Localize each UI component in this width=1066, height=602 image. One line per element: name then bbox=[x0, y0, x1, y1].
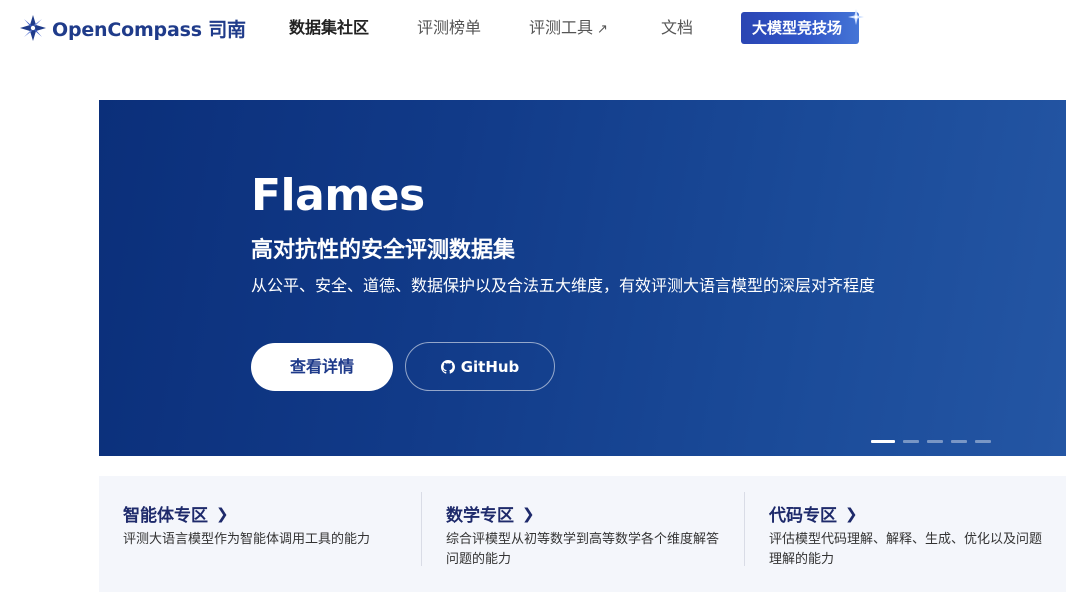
banner-subtitle: 高对抗性的安全评测数据集 bbox=[251, 238, 516, 263]
zone-description: 评估模型代码理解、解释、生成、优化以及问题理解的能力 bbox=[769, 532, 1043, 567]
zone-title[interactable]: 数学专区 ❯ bbox=[446, 501, 535, 527]
nav-item-docs[interactable]: 文档 bbox=[661, 15, 693, 41]
view-details-label: 查看详情 bbox=[289, 357, 354, 376]
github-button[interactable]: GitHub bbox=[405, 342, 555, 391]
view-details-button[interactable]: 查看详情 bbox=[251, 343, 393, 391]
zone-title[interactable]: 智能体专区 ❯ bbox=[123, 501, 229, 527]
logo-text: OpenCompass 司南 bbox=[52, 18, 246, 41]
zone-title-label: 智能体专区 bbox=[123, 506, 208, 526]
zone-divider bbox=[421, 492, 422, 566]
zone-description: 综合评模型从初等数学到高等数学各个维度解答问题的能力 bbox=[446, 532, 720, 567]
nav-label: 评测榜单 bbox=[417, 18, 482, 37]
compass-logo-icon bbox=[20, 15, 46, 41]
zone-title-label: 数学专区 bbox=[446, 506, 514, 526]
feature-zones: 智能体专区 ❯ 评测大语言模型作为智能体调用工具的能力 数学专区 ❯ 综合评模型… bbox=[99, 476, 1066, 592]
chevron-right-icon: ❯ bbox=[216, 504, 229, 523]
chevron-right-icon: ❯ bbox=[522, 504, 535, 523]
top-header: OpenCompass 司南 数据集社区 评测榜单 评测工具 ↗ 文档 大模型竞技… bbox=[0, 0, 1066, 56]
nav-item-leaderboard[interactable]: 评测榜单 bbox=[417, 15, 481, 41]
nav-label: 评测工具 bbox=[529, 18, 594, 37]
github-icon bbox=[440, 359, 455, 374]
carousel-dot[interactable] bbox=[871, 440, 895, 443]
carousel-indicators bbox=[871, 440, 999, 443]
carousel-dot[interactable] bbox=[927, 440, 943, 443]
arena-button-label: 大模型竞技场 bbox=[752, 19, 843, 37]
llm-arena-button[interactable]: 大模型竞技场 bbox=[741, 9, 864, 44]
nav-item-dataset-community[interactable]: 数据集社区 bbox=[289, 15, 369, 41]
external-link-icon: ↗ bbox=[597, 22, 608, 37]
zone-title[interactable]: 代码专区 ❯ bbox=[769, 501, 858, 527]
carousel-dot[interactable] bbox=[951, 440, 967, 443]
logo[interactable]: OpenCompass 司南 bbox=[18, 12, 246, 44]
zone-description: 评测大语言模型作为智能体调用工具的能力 bbox=[123, 532, 371, 547]
zone-title-label: 代码专区 bbox=[769, 506, 837, 526]
nav-label: 数据集社区 bbox=[289, 18, 370, 37]
banner-title: Flames bbox=[251, 170, 425, 221]
github-label: GitHub bbox=[460, 357, 520, 376]
sparkle-icon bbox=[848, 9, 864, 25]
zone-divider bbox=[744, 492, 745, 566]
carousel-dot[interactable] bbox=[975, 440, 991, 443]
chevron-right-icon: ❯ bbox=[845, 504, 858, 523]
hero-banner: Flames 高对抗性的安全评测数据集 从公平、安全、道德、数据保护以及合法五大… bbox=[99, 100, 1066, 456]
banner-description: 从公平、安全、道德、数据保护以及合法五大维度，有效评测大语言模型的深层对齐程度 bbox=[251, 276, 876, 295]
nav-item-eval-tools[interactable]: 评测工具 ↗ bbox=[529, 15, 608, 41]
nav-label: 文档 bbox=[661, 18, 694, 37]
carousel-dot[interactable] bbox=[903, 440, 919, 443]
